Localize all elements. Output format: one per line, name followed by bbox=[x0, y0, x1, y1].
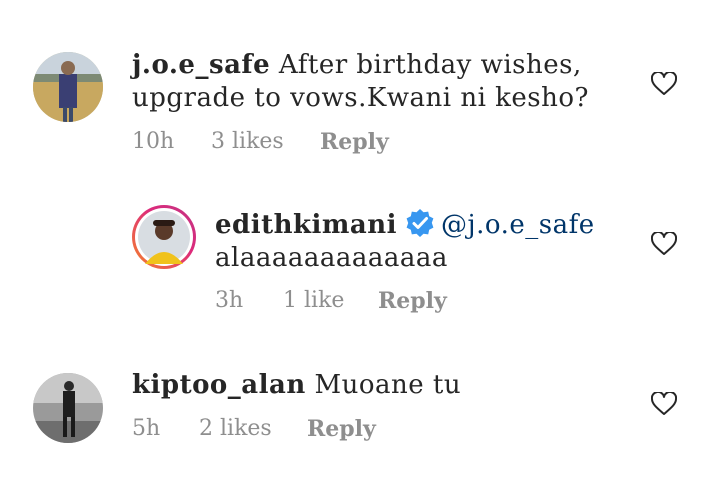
comment-item: j.o.e_safe After birthday wishes, upgrad… bbox=[0, 0, 720, 170]
heart-outline-icon[interactable] bbox=[651, 72, 677, 96]
comment-item: kiptoo_alan Muoane tu 5h 2 likes Reply bbox=[0, 330, 720, 481]
reply-button[interactable]: Reply bbox=[307, 415, 376, 443]
comment-text-line-2: upgrade to vows.Kwani ni kesho? bbox=[132, 81, 589, 115]
comment-meta: 5h 2 likes Reply bbox=[132, 415, 532, 443]
comment-meta: 3h 1 like Reply bbox=[215, 287, 615, 315]
comment-text-continued: upgrade to vows.Kwani ni kesho? bbox=[132, 83, 589, 113]
username[interactable]: j.o.e_safe bbox=[132, 50, 270, 80]
avatar-with-story-ring[interactable] bbox=[131, 204, 197, 270]
timestamp: 3h bbox=[215, 288, 244, 313]
comment-text: alaaaaaaaaaaaaa bbox=[215, 243, 448, 273]
mention-link[interactable]: @j.o.e_safe bbox=[441, 210, 595, 240]
likes-count[interactable]: 3 likes bbox=[211, 128, 284, 156]
timestamp: 5h bbox=[132, 416, 161, 441]
reply-text-line-1: edithkimani @j.o.e_safe bbox=[215, 208, 595, 242]
reply-text-line-2: alaaaaaaaaaaaaa bbox=[215, 241, 448, 275]
reply-button[interactable]: Reply bbox=[378, 287, 447, 315]
avatar[interactable] bbox=[33, 52, 103, 122]
heart-outline-icon[interactable] bbox=[651, 232, 677, 256]
username[interactable]: edithkimani bbox=[215, 210, 397, 240]
comment-text: Muoane tu bbox=[314, 370, 462, 400]
timestamp: 10h bbox=[132, 129, 175, 154]
comment-text-line-1: kiptoo_alan Muoane tu bbox=[132, 368, 461, 402]
verified-badge-icon bbox=[406, 209, 434, 237]
avatar[interactable] bbox=[33, 373, 103, 443]
comment-meta: 10h 3 likes Reply bbox=[132, 128, 532, 156]
reply-comment-item: edithkimani @j.o.e_safe alaaaaaaaaaaaaa … bbox=[0, 170, 720, 330]
likes-count[interactable]: 2 likes bbox=[199, 415, 272, 443]
likes-count[interactable]: 1 like bbox=[283, 287, 344, 315]
reply-button[interactable]: Reply bbox=[320, 128, 389, 156]
comment-text: After birthday wishes, bbox=[278, 50, 582, 80]
comment-text-line-1: j.o.e_safe After birthday wishes, bbox=[132, 48, 582, 82]
heart-outline-icon[interactable] bbox=[651, 392, 677, 416]
username[interactable]: kiptoo_alan bbox=[132, 370, 306, 400]
